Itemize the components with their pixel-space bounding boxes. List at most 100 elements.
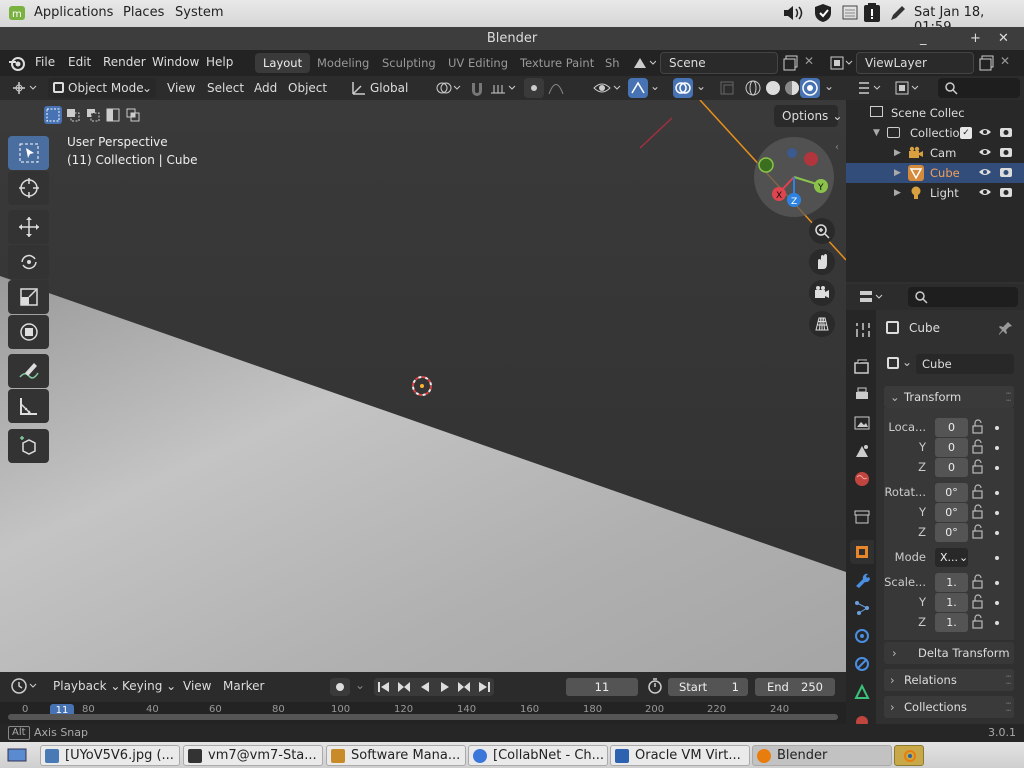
taskbar-item-virtualbox[interactable]: Oracle VM Virt... <box>610 745 750 766</box>
view-layer-selector[interactable]: ViewLayer <box>856 52 974 74</box>
outliner-search-input[interactable] <box>938 78 1020 98</box>
maximize-button[interactable]: + <box>970 27 981 50</box>
drag-handle-icon[interactable]: ⁚⁚⁚ <box>1005 669 1012 691</box>
timeline-scrollbar[interactable] <box>8 714 838 720</box>
menu-places[interactable]: Places <box>123 5 164 20</box>
pin-icon[interactable] <box>998 320 1014 336</box>
xray-toggle-icon[interactable] <box>718 79 736 100</box>
zoom-button[interactable] <box>809 218 835 244</box>
outliner-item-cube[interactable]: ▶ Cube <box>846 163 1024 183</box>
eye-icon[interactable] <box>978 125 992 139</box>
menu-window[interactable]: Window <box>152 55 199 69</box>
tool-add-cube[interactable] <box>8 429 49 463</box>
rotation-mode-dropdown[interactable]: X...⌄ <box>935 548 968 567</box>
menu-edit[interactable]: Edit <box>68 55 91 69</box>
display-mode-icon[interactable] <box>894 79 922 100</box>
tab-particles[interactable] <box>850 596 874 620</box>
tab-physics[interactable] <box>850 624 874 648</box>
menu-applications[interactable]: Applications <box>34 5 113 20</box>
tab-constraints[interactable] <box>850 652 874 676</box>
eye-icon[interactable] <box>978 165 992 179</box>
keying-set-chevron-icon[interactable]: ⌄ <box>355 678 365 692</box>
object-name-field[interactable]: Cube <box>916 354 1014 374</box>
tab-modifiers[interactable] <box>850 568 874 592</box>
drag-handle-icon[interactable]: ⁚⁚⁚ <box>1005 386 1012 408</box>
clipboard-alert-icon[interactable] <box>862 3 882 27</box>
next-keyframe-icon[interactable] <box>455 680 473 694</box>
eye-icon[interactable] <box>978 145 992 159</box>
tool-select-box[interactable] <box>8 136 49 170</box>
scene-icon[interactable] <box>632 54 657 75</box>
tab-shading[interactable]: Sh <box>597 53 628 73</box>
tool-cursor[interactable] <box>8 171 49 205</box>
menu-add[interactable]: Add <box>254 78 277 98</box>
tool-transform[interactable] <box>8 315 49 349</box>
menu-keying[interactable]: Keying ⌄ <box>122 676 176 696</box>
scale-x-field[interactable]: 1. <box>935 573 968 592</box>
chevron-down-icon[interactable]: ▼ <box>873 123 880 143</box>
delta-transform-panel-header[interactable]: › Delta Transform <box>884 642 1014 664</box>
pivot-point-icon[interactable] <box>434 79 462 100</box>
menu-timeline-view[interactable]: View <box>183 676 211 696</box>
tab-view-layer[interactable] <box>850 411 874 435</box>
outliner-item-light[interactable]: ▶ Light <box>846 183 1024 203</box>
taskbar-item-blender[interactable]: Blender <box>752 745 892 766</box>
chevron-down-icon[interactable]: ⌄ <box>650 79 660 93</box>
rotation-x-field[interactable]: 0° <box>935 483 968 502</box>
visibility-icon[interactable] <box>592 79 622 100</box>
select-new-icon[interactable] <box>44 106 62 124</box>
copy-view-layer-icon[interactable] <box>978 54 996 75</box>
options-dropdown[interactable]: Options ⌄ <box>774 105 842 127</box>
tab-scene[interactable] <box>850 439 874 463</box>
menu-select[interactable]: Select <box>207 78 244 98</box>
volume-icon[interactable] <box>782 4 804 26</box>
snap-target-icon[interactable] <box>488 79 518 100</box>
menu-render[interactable]: Render <box>103 55 146 69</box>
render-camera-icon[interactable] <box>999 145 1013 159</box>
outliner-item-camera[interactable]: ▶ Cam <box>846 143 1024 163</box>
shield-icon[interactable] <box>812 3 834 27</box>
tab-output[interactable] <box>850 383 874 407</box>
show-desktop-icon[interactable] <box>6 746 28 767</box>
minimize-button[interactable]: _ <box>920 27 927 50</box>
view-layer-icon[interactable] <box>828 54 854 75</box>
overlays-toggle-icon[interactable] <box>673 78 693 98</box>
tool-scale[interactable] <box>8 280 49 314</box>
tool-measure[interactable] <box>8 389 49 423</box>
workspace-switcher[interactable] <box>894 745 924 766</box>
scene-selector[interactable]: Scene <box>660 52 778 74</box>
taskbar-item-image-viewer[interactable]: [UYoV5V6.jpg (... <box>40 745 180 766</box>
menu-system[interactable]: System <box>175 5 223 20</box>
eye-icon[interactable] <box>978 185 992 199</box>
mode-selector[interactable]: Object Mode ⌄ <box>48 78 156 98</box>
tool-annotate[interactable] <box>8 354 49 388</box>
mint-menu-icon[interactable]: m <box>8 5 26 25</box>
menu-marker[interactable]: Marker <box>223 676 264 696</box>
blender-logo-icon[interactable] <box>8 54 26 75</box>
tool-move[interactable] <box>8 210 49 244</box>
camera-view-button[interactable] <box>809 280 835 306</box>
outliner-item-collection[interactable]: ▼ Collectio ✓ <box>846 123 1024 143</box>
render-camera-icon[interactable] <box>999 125 1013 139</box>
location-z-field[interactable]: 0 <box>935 458 968 477</box>
shading-material-icon[interactable] <box>782 78 802 101</box>
tab-object[interactable] <box>850 540 874 564</box>
select-invert-icon[interactable] <box>104 106 122 124</box>
menu-playback[interactable]: Playback ⌄ <box>53 676 120 696</box>
tab-data[interactable] <box>850 680 874 704</box>
menu-file[interactable]: File <box>35 55 55 69</box>
play-icon[interactable] <box>437 680 453 694</box>
select-extend-icon[interactable] <box>64 106 82 124</box>
location-x-field[interactable]: 0 <box>935 418 968 437</box>
jump-start-icon[interactable] <box>376 680 392 694</box>
menu-view[interactable]: View <box>167 78 195 98</box>
remove-scene-icon[interactable]: ✕ <box>804 54 814 68</box>
chevron-right-icon[interactable]: ▶ <box>894 183 901 203</box>
rotation-y-field[interactable]: 0° <box>935 503 968 522</box>
jump-end-icon[interactable] <box>476 680 492 694</box>
copy-scene-icon[interactable] <box>782 54 800 75</box>
taskbar-item-browser[interactable]: [CollabNet - Ch... <box>468 745 608 766</box>
tab-uv-editing[interactable]: UV Editing <box>440 53 516 73</box>
tab-tool[interactable] <box>850 318 874 342</box>
tab-sculpting[interactable]: Sculpting <box>374 53 444 73</box>
